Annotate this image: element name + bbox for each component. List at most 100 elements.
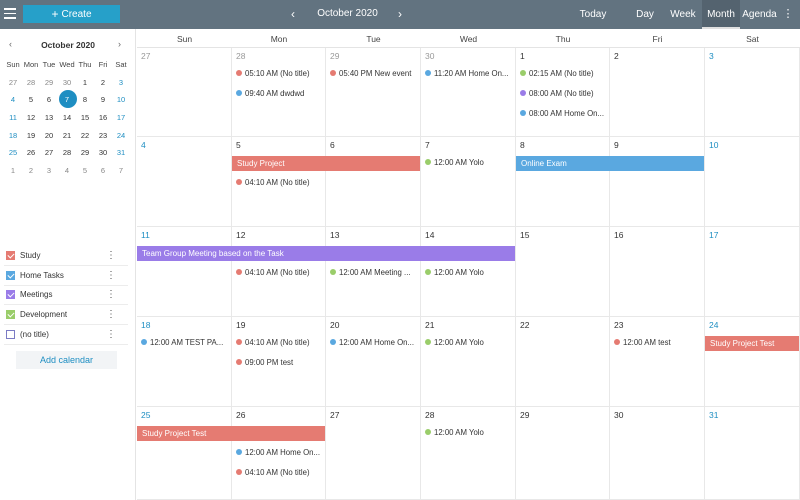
day-cell[interactable]: 6 [326,137,421,227]
calendar-checkbox[interactable] [6,310,15,320]
mini-day[interactable]: 15 [76,109,94,127]
mini-day[interactable]: 7 [112,162,130,180]
mini-day[interactable]: 29 [76,144,94,162]
timed-event[interactable]: 02:15 AM (No title) [520,67,606,81]
day-cell[interactable]: 31 [705,407,800,500]
mini-day[interactable]: 1 [76,74,94,92]
mini-day[interactable]: 16 [94,109,112,127]
mini-day[interactable]: 23 [94,127,112,145]
mini-day[interactable]: 27 [40,144,58,162]
mini-day[interactable]: 21 [58,127,76,145]
mini-day[interactable]: 25 [4,144,22,162]
timed-event[interactable]: 11:20 AM Home On... [425,67,512,81]
timed-event[interactable]: 04:10 AM (No title) [236,336,322,350]
calendar-options-icon[interactable]: ⋮ [106,289,116,300]
mini-day[interactable]: 28 [58,144,76,162]
day-cell[interactable]: 9 [610,137,705,227]
view-week-button[interactable]: Week [666,0,700,29]
calendar-item[interactable]: Meetings ⋮ [4,286,128,306]
timed-event[interactable]: 05:40 PM New event [330,67,417,81]
timed-event[interactable]: 08:00 AM (No title) [520,87,606,101]
mini-day[interactable]: 2 [22,162,40,180]
timed-event[interactable]: 12:00 AM Home On... [236,446,322,460]
next-month-button[interactable]: › [393,7,407,21]
mini-day[interactable]: 27 [4,74,22,92]
mini-next-month-icon[interactable]: › [118,39,121,49]
timed-event[interactable]: 12:00 AM Yolo [425,336,512,350]
mini-day[interactable]: 10 [112,91,130,109]
timed-event[interactable]: 04:10 AM (No title) [236,466,322,480]
mini-day[interactable]: 30 [94,144,112,162]
multi-day-event[interactable]: Study Project Test [705,336,799,351]
mini-day[interactable]: 4 [58,162,76,180]
mini-day[interactable]: 8 [76,91,94,109]
timed-event[interactable]: 05:10 AM (No title) [236,67,322,81]
mini-day[interactable]: 5 [22,91,40,109]
timed-event[interactable]: 12:00 AM TEST PA... [141,336,228,350]
mini-day[interactable]: 19 [22,127,40,145]
mini-day[interactable]: 5 [76,162,94,180]
calendar-options-icon[interactable]: ⋮ [106,329,116,340]
day-cell[interactable]: 22 [516,317,610,407]
day-cell[interactable]: 25 [137,407,232,500]
calendar-options-icon[interactable]: ⋮ [106,270,116,281]
timed-event[interactable]: 04:10 AM (No title) [236,266,322,280]
mini-day[interactable]: 17 [112,109,130,127]
day-cell[interactable]: 29 [326,48,421,137]
calendar-checkbox[interactable] [6,250,15,260]
mini-day[interactable]: 12 [22,109,40,127]
view-day-button[interactable]: Day [630,0,660,29]
mini-day[interactable]: 3 [112,74,130,92]
timed-event[interactable]: 12:00 AM Yolo [425,266,512,280]
mini-day[interactable]: 6 [94,162,112,180]
mini-day[interactable]: 1 [4,162,22,180]
day-cell[interactable]: 3 [705,48,800,137]
multi-day-event[interactable]: Study Project Test [137,426,325,441]
view-month-button[interactable]: Month [702,0,740,29]
day-cell[interactable]: 15 [516,227,610,317]
timed-event[interactable]: 08:00 AM Home On... [520,107,606,121]
mini-day[interactable]: 2 [94,74,112,92]
day-cell[interactable]: 17 [705,227,800,317]
day-cell[interactable]: 10 [705,137,800,227]
prev-month-button[interactable]: ‹ [286,7,300,21]
calendar-checkbox[interactable] [6,330,15,340]
mini-day[interactable]: 24 [112,127,130,145]
multi-day-event[interactable]: Team Group Meeting based on the Task [137,246,515,261]
day-cell[interactable]: 8 [516,137,610,227]
timed-event[interactable]: 09:40 AM dwdwd [236,87,322,101]
add-calendar-button[interactable]: Add calendar [16,351,117,369]
calendar-item[interactable]: Home Tasks ⋮ [4,266,128,286]
multi-day-event[interactable]: Online Exam [516,156,704,171]
day-cell[interactable]: 2 [610,48,705,137]
mini-day[interactable]: 29 [40,74,58,92]
mini-day[interactable]: 31 [112,144,130,162]
day-cell[interactable]: 20 [326,317,421,407]
mini-day[interactable]: 14 [58,109,76,127]
timed-event[interactable]: 12:00 AM Yolo [425,426,512,440]
day-cell[interactable]: 16 [610,227,705,317]
mini-day[interactable]: 11 [4,109,22,127]
mini-day[interactable]: 30 [58,74,76,92]
mini-day-selected[interactable]: 7 [58,90,77,109]
day-cell[interactable]: 28 [421,407,516,500]
day-cell[interactable]: 21 [421,317,516,407]
day-cell[interactable]: 18 [137,317,232,407]
calendar-options-icon[interactable]: ⋮ [106,309,116,320]
calendar-item[interactable]: Study ⋮ [4,246,128,266]
day-cell[interactable]: 24 [705,317,800,407]
calendar-checkbox[interactable] [6,290,15,300]
day-cell[interactable]: 23 [610,317,705,407]
mini-day[interactable]: 28 [22,74,40,92]
day-cell[interactable]: 27 [137,48,232,137]
calendar-checkbox[interactable] [6,270,15,280]
timed-event[interactable]: 12:00 AM test [614,336,701,350]
calendar-options-icon[interactable]: ⋮ [106,250,116,261]
mini-day[interactable]: 22 [76,127,94,145]
calendar-item[interactable]: (no title) ⋮ [4,325,128,345]
day-cell[interactable]: 7 [421,137,516,227]
multi-day-event[interactable]: Study Project [232,156,420,171]
mini-day[interactable]: 20 [40,127,58,145]
mini-day[interactable]: 26 [22,144,40,162]
mini-day[interactable]: 18 [4,127,22,145]
